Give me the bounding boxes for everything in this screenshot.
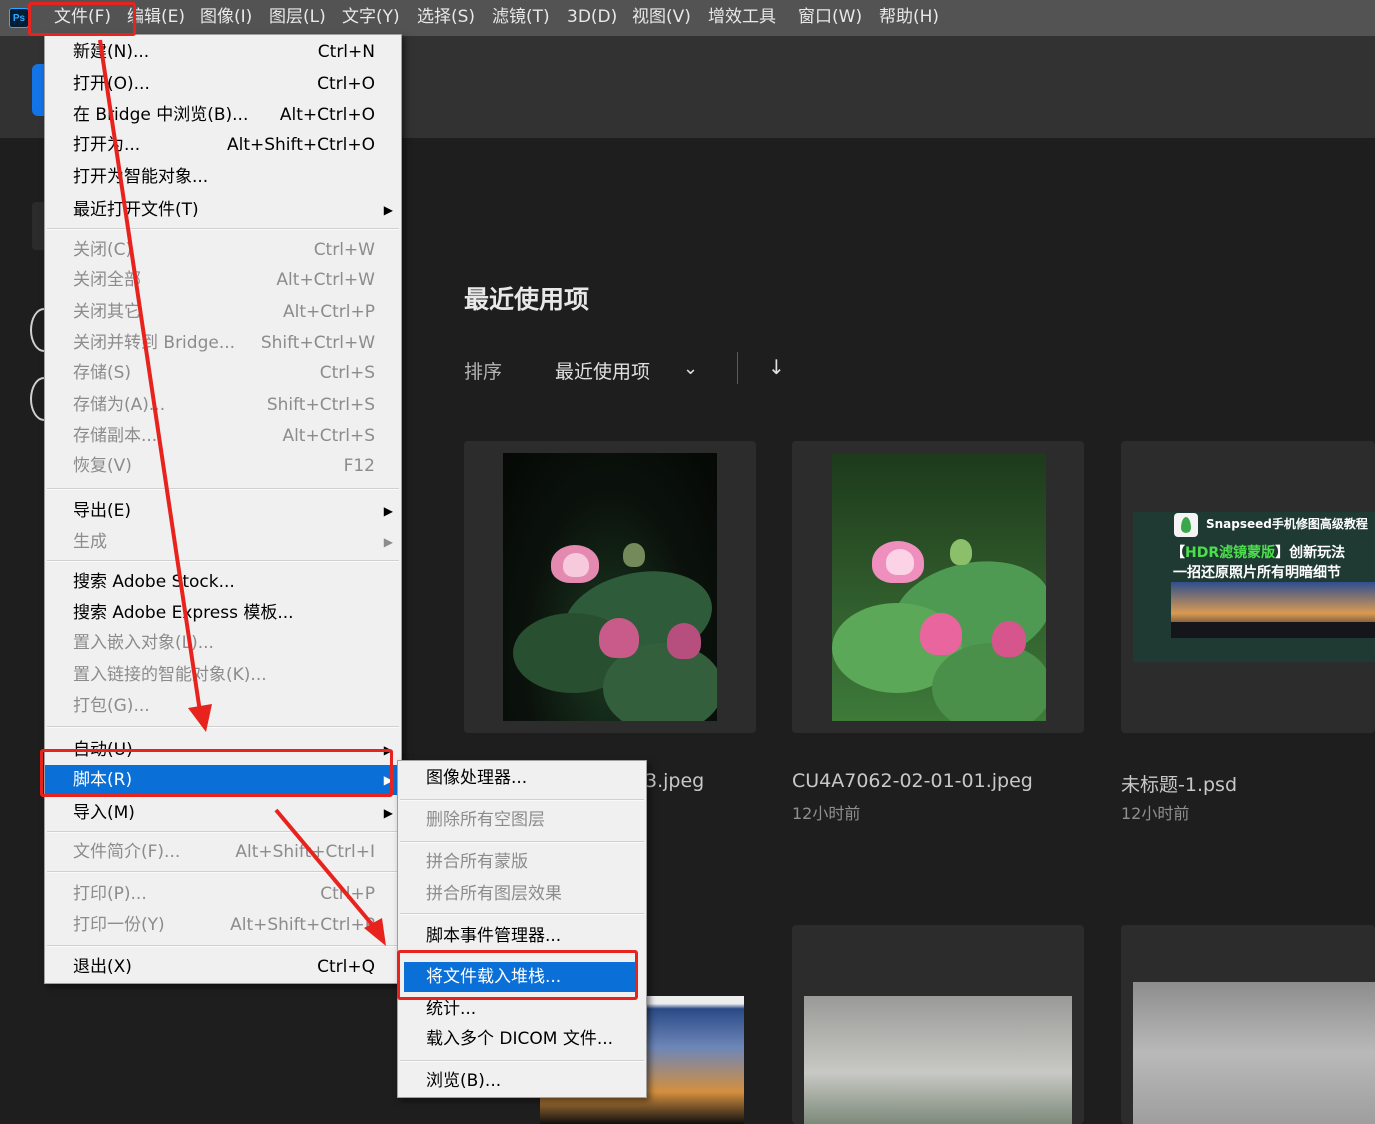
menu-image[interactable]: 图像(I) [200, 0, 252, 36]
menu-layer[interactable]: 图层(L) [269, 0, 326, 36]
menu-item-save: 存储(S) Ctrl+S [73, 363, 375, 383]
card-time: 12小时前 [1121, 804, 1190, 823]
menu-item-export[interactable]: 导出(E) ▶ [45, 496, 401, 526]
card-name[interactable]: 未标题-1.psd [1121, 770, 1237, 797]
thumbnail-headline: 【HDR滤镜蒙版】创新玩法 [1171, 545, 1346, 561]
divider [737, 352, 738, 384]
menu-item-open-as[interactable]: 打开为... Alt+Shift+Ctrl+O [45, 130, 401, 160]
menu-plugins[interactable]: 增效工具 [708, 0, 776, 36]
menu-item-delete-empty-layers: 删除所有空图层 [426, 810, 545, 830]
menu-separator [400, 841, 644, 843]
menu-item-flatten-masks: 拼合所有蒙版 [426, 852, 528, 872]
sky-thumbnail [804, 996, 1072, 1124]
chevron-down-icon[interactable]: ⌄ [683, 358, 698, 379]
menu-item-close: 关闭(C) Ctrl+W [73, 240, 375, 260]
menu-item-new[interactable]: 新建(N)... Ctrl+N [45, 37, 401, 67]
menu-item-browse[interactable]: 浏览(B)... [398, 1066, 646, 1096]
menu-item-save-copy: 存储副本... Alt+Ctrl+S [73, 426, 375, 446]
menu-item-exit[interactable]: 退出(X) Ctrl+Q [45, 952, 401, 982]
menu-item-close-all: 关闭全部 Alt+Ctrl+W [73, 270, 375, 290]
submenu-arrow-icon: ▶ [383, 535, 393, 549]
menu-help[interactable]: 帮助(H) [879, 0, 939, 36]
menu-item-generate: 生成 ▶ [45, 527, 401, 557]
file-menu: 新建(N)... Ctrl+N 打开(O)... Ctrl+O 在 Bridge 中… [44, 34, 402, 984]
menu-item-file-info: 文件简介(F)... Alt+Shift+Ctrl+I [73, 842, 375, 862]
submenu-arrow-icon: ▶ [383, 806, 393, 820]
menu-3d[interactable]: 3D(D) [567, 0, 617, 36]
menu-item-search-adobe-stock[interactable]: 搜索 Adobe Stock... [45, 567, 401, 597]
snapseed-thumbnail [1133, 512, 1375, 662]
menu-separator [47, 228, 399, 230]
menu-item-image-processor[interactable]: 图像处理器... [398, 763, 646, 793]
submenu-arrow-icon: ▶ [383, 203, 393, 217]
menu-separator [47, 871, 399, 873]
thumbnail-subheadline: 一招还原照片所有明暗细节 [1173, 565, 1341, 581]
menu-item-open[interactable]: 打开(O)... Ctrl+O [45, 69, 401, 99]
menu-item-close-others: 关闭其它 Alt+Ctrl+P [73, 302, 375, 322]
highlight-box [40, 749, 393, 797]
sky-thumbnail [1133, 982, 1375, 1124]
menu-item-package: 打包(G)... [73, 696, 150, 716]
menu-separator [400, 913, 644, 915]
menubar: Ps 文件(F) 编辑(E) 图像(I) 图层(L) 文字(Y) 选择(S) 滤… [0, 0, 1375, 36]
menu-select[interactable]: 选择(S) [417, 0, 475, 36]
menu-separator [47, 831, 399, 833]
menu-item-place-linked: 置入链接的智能对象(K)... [73, 665, 267, 685]
menu-item-search-express-templates[interactable]: 搜索 Adobe Express 模板... [45, 598, 401, 628]
snapseed-logo-icon [1174, 513, 1198, 537]
menu-separator [47, 560, 399, 562]
menu-separator [400, 799, 644, 801]
thumbnail-title: Snapseed手机修图高级教程 [1206, 517, 1368, 531]
menu-item-place-embedded: 置入嵌入对象(L)... [73, 633, 214, 653]
menu-separator [47, 488, 399, 490]
card-name[interactable]: 3.jpeg [645, 770, 704, 792]
menu-item-open-smart-object[interactable]: 打开为智能对象... [45, 162, 401, 192]
menu-item-save-as: 存储为(A)... Shift+Ctrl+S [73, 395, 375, 415]
card-name[interactable]: CU4A7062-02-01-01.jpeg [792, 770, 1033, 792]
highlight-box [28, 2, 136, 36]
menu-item-import[interactable]: 导入(M) ▶ [45, 798, 401, 828]
menu-separator [47, 945, 399, 947]
sort-dropdown[interactable]: 最近使用项 [555, 357, 650, 384]
menu-item-browse-bridge[interactable]: 在 Bridge 中浏览(B)... Alt+Ctrl+O [45, 100, 401, 130]
menu-separator [400, 1060, 644, 1062]
section-title: 最近使用项 [464, 285, 590, 314]
photoshop-logo-icon: Ps [9, 8, 29, 28]
menu-item-flatten-layer-effects: 拼合所有图层效果 [426, 884, 562, 904]
sort-label: 排序 [464, 361, 503, 383]
scripts-submenu: 图像处理器... 删除所有空图层 拼合所有蒙版 拼合所有图层效果 脚本事件管理器… [397, 760, 647, 1098]
menu-item-close-go-bridge: 关闭并转到 Bridge... Shift+Ctrl+W [73, 333, 375, 353]
menu-item-recent-files[interactable]: 最近打开文件(T) ▶ [45, 195, 401, 225]
menu-item-print-one-copy: 打印一份(Y) Alt+Shift+Ctrl+P [73, 915, 375, 935]
menu-item-load-dicom[interactable]: 载入多个 DICOM 文件... [398, 1024, 646, 1054]
card-time: 12小时前 [792, 804, 861, 823]
menu-item-revert: 恢复(V) F12 [73, 456, 375, 476]
menu-item-script-events-manager[interactable]: 脚本事件管理器... [398, 921, 646, 951]
menu-window[interactable]: 窗口(W) [798, 0, 862, 36]
lotus-thumbnail [503, 453, 717, 721]
sort-direction-arrow-icon[interactable]: ↓ [768, 355, 785, 379]
submenu-arrow-icon: ▶ [383, 504, 393, 518]
menu-view[interactable]: 视图(V) [632, 0, 691, 36]
left-panel [0, 138, 48, 1124]
highlight-box [397, 950, 638, 1000]
menu-type[interactable]: 文字(Y) [342, 0, 400, 36]
lotus-thumbnail [832, 453, 1046, 721]
menu-filter[interactable]: 滤镜(T) [492, 0, 550, 36]
menu-separator [47, 726, 399, 728]
menu-item-print: 打印(P)... Ctrl+P [73, 884, 375, 904]
